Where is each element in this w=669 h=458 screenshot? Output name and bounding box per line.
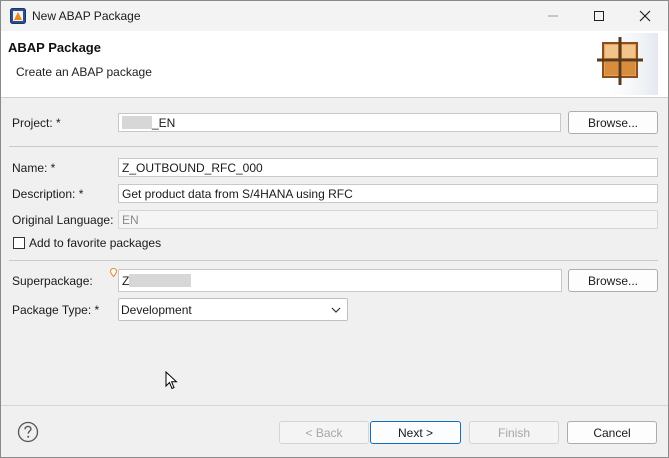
back-button[interactable]: < Back: [279, 421, 369, 444]
maximize-button[interactable]: [576, 1, 622, 31]
chevron-down-icon: [331, 307, 341, 313]
window-title: New ABAP Package: [32, 9, 141, 23]
app-icon: [10, 8, 26, 24]
minimize-icon: [548, 15, 558, 17]
name-input[interactable]: Z_OUTBOUND_RFC_000: [118, 158, 658, 177]
favorite-label[interactable]: Add to favorite packages: [29, 236, 161, 250]
help-icon[interactable]: [17, 421, 39, 443]
superpackage-input[interactable]: Z: [118, 269, 562, 292]
mouse-cursor-icon: [165, 371, 178, 390]
wizard-footer: < Back Next > Finish Cancel: [1, 405, 668, 457]
wizard-header: ABAP Package Create an ABAP package: [1, 31, 668, 98]
cancel-button[interactable]: Cancel: [567, 421, 657, 444]
maximize-icon: [594, 11, 604, 21]
superpackage-label: Superpackage:: [12, 274, 93, 288]
description-label: Description: *: [12, 187, 84, 201]
original-language-input: EN: [118, 210, 658, 229]
separator: [9, 260, 658, 261]
finish-button[interactable]: Finish: [469, 421, 559, 444]
project-input[interactable]: _EN: [118, 113, 561, 132]
redacted-text: [122, 116, 152, 129]
minimize-button[interactable]: [530, 1, 576, 31]
close-button[interactable]: [622, 1, 668, 31]
page-title: ABAP Package: [8, 40, 101, 55]
superpackage-browse-button[interactable]: Browse...: [568, 269, 658, 292]
description-input[interactable]: Get product data from S/4HANA using RFC: [118, 184, 658, 203]
project-label: Project: *: [12, 116, 61, 130]
separator: [9, 146, 658, 147]
new-abap-package-dialog: New ABAP Package ABAP Package Create an …: [0, 0, 669, 458]
package-type-value: Development: [121, 303, 192, 317]
title-bar[interactable]: New ABAP Package: [1, 1, 668, 31]
original-language-label: Original Language:: [12, 213, 114, 227]
package-icon: [594, 33, 658, 95]
form-area: Project: * _EN Browse... Name: * Z_OUTBO…: [1, 98, 668, 404]
name-label: Name: *: [12, 161, 56, 175]
page-subtitle: Create an ABAP package: [16, 65, 152, 79]
project-browse-button[interactable]: Browse...: [568, 111, 658, 134]
close-icon: [639, 10, 651, 22]
content-assist-icon: [110, 268, 117, 277]
package-type-select[interactable]: Development: [118, 298, 348, 321]
favorite-checkbox[interactable]: [13, 237, 25, 249]
redacted-text: [129, 274, 192, 287]
next-button[interactable]: Next >: [370, 421, 461, 444]
package-type-label: Package Type: *: [12, 303, 100, 317]
